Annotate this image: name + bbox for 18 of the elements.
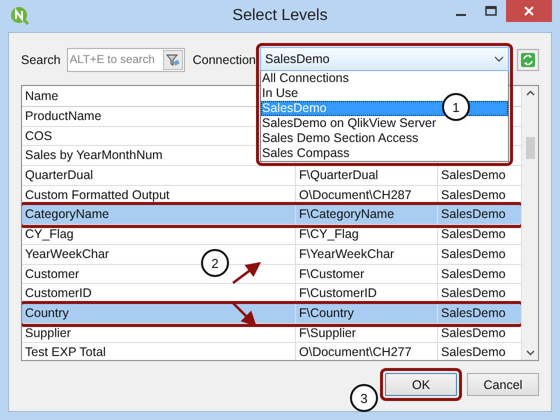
table-cell: Test EXP Total <box>22 343 296 360</box>
connection-label: Connection <box>192 53 256 67</box>
table-cell: Country <box>22 304 296 323</box>
table-cell: O\Document\CH277 <box>296 343 438 360</box>
search-label: Search <box>21 53 61 67</box>
table-cell: F\Supplier <box>296 324 438 342</box>
table-cell: CY_Flag <box>22 225 296 244</box>
table-cell: F\YearWeekChar <box>296 244 438 264</box>
table-cell: F\QuarterDual <box>296 166 438 185</box>
table-cell: CategoryName <box>22 205 296 224</box>
table-cell: QuarterDual <box>22 166 296 185</box>
table-cell: F\CategoryName <box>296 205 438 224</box>
window-title: Select Levels <box>232 7 328 25</box>
table-cell: F\Customer <box>296 264 438 284</box>
callout-number: 3 <box>350 384 378 412</box>
table-cell: Supplier <box>22 324 296 342</box>
table-cell: F\Country <box>296 304 438 323</box>
table-cell: F\CY_Flag <box>296 225 438 244</box>
